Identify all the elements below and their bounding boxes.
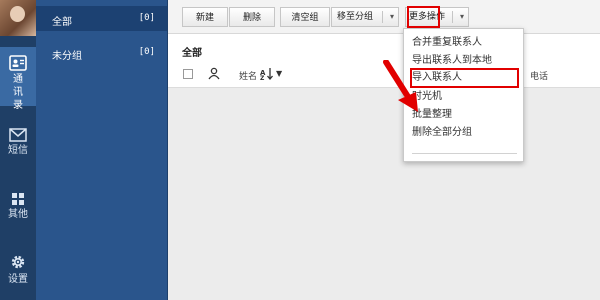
menu-divider [412, 153, 517, 154]
phone-column-header: 电话 [530, 72, 549, 82]
divider [452, 11, 453, 23]
group-item-all[interactable]: 全部 [0] [36, 6, 167, 31]
chevron-down-icon[interactable]: ▼ [276, 69, 282, 78]
rail-label-settings: 设置 [8, 274, 28, 285]
grid-icon [12, 193, 24, 205]
rail-label-other: 其他 [8, 209, 28, 220]
select-all-checkbox[interactable] [183, 69, 193, 79]
toolbar: 新建 删除 清空组 移至分组 ▾ 更多操作 ▾ [168, 0, 600, 34]
chevron-down-icon: ▾ [459, 12, 464, 21]
rail-item-other[interactable]: 其他 [0, 192, 36, 232]
rail-label-messages: 短信 [8, 145, 28, 156]
group-count: [0] [138, 13, 155, 23]
envelope-icon [9, 128, 27, 142]
group-panel: 全部 [0] 未分组 [0] [36, 0, 168, 300]
new-button[interactable]: 新建 [182, 7, 228, 27]
divider [382, 11, 383, 23]
rail-item-contacts[interactable]: 通讯录 [0, 47, 36, 111]
person-icon [208, 67, 220, 80]
app-rail: 通讯录 短信 其他 设置 [0, 0, 36, 300]
section-title: 全部 [182, 48, 202, 59]
annotation-arrow-icon [383, 60, 418, 112]
move-to-group-button[interactable]: 移至分组 ▾ [331, 7, 399, 27]
contact-list-empty [168, 88, 600, 300]
name-column-header[interactable]: 姓名 [239, 69, 257, 82]
group-count: [0] [138, 47, 155, 57]
menu-item-merge-duplicates[interactable]: 合并重复联系人 [412, 35, 517, 51]
menu-item-delete-all-groups[interactable]: 删除全部分组 [412, 125, 517, 141]
clear-group-button[interactable]: 清空组 [280, 7, 330, 27]
move-to-group-label: 移至分组 [337, 12, 374, 22]
rail-label-contacts: 通讯录 [13, 74, 23, 111]
avatar[interactable] [0, 0, 36, 36]
rail-item-settings[interactable]: 设置 [0, 253, 36, 293]
chevron-down-icon: ▾ [389, 12, 394, 21]
svg-text:Z: Z [260, 75, 265, 80]
group-name: 全部 [52, 17, 72, 28]
annotation-highlight-box [407, 6, 440, 28]
group-name: 未分组 [52, 51, 82, 62]
contacts-card-icon [9, 55, 27, 71]
contacts-main: 新建 删除 清空组 移至分组 ▾ 更多操作 ▾ 全部 姓名 A Z ▼ 电话 [168, 0, 600, 300]
sort-icon[interactable]: A Z [260, 67, 274, 80]
group-item-ungrouped[interactable]: 未分组 [0] [36, 40, 167, 65]
rail-item-messages[interactable]: 短信 [0, 128, 36, 168]
delete-button[interactable]: 删除 [229, 7, 275, 27]
gear-icon [11, 255, 25, 269]
